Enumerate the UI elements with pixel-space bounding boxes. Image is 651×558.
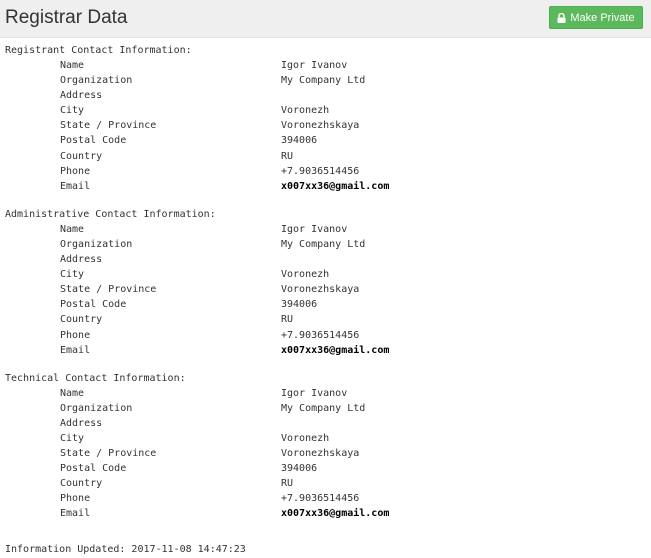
contact-row-name: Name Igor Ivanov	[5, 58, 645, 73]
field-value: +7.9036514456	[281, 493, 360, 505]
administrative-contact-section: Administrative Contact Information: Name…	[5, 207, 645, 358]
technical-contact-section: Technical Contact Information: Name Igor …	[5, 371, 645, 522]
registrar-data-content: Registrant Contact Information: Name Igor…	[5, 43, 645, 522]
field-value: 394006	[281, 463, 318, 475]
contact-row-city: City Voronezh	[5, 103, 645, 118]
email-value: x007xx36@gmail.com	[281, 344, 390, 356]
field-label: City	[60, 432, 85, 444]
field-label: Name	[60, 223, 85, 235]
lock-icon	[557, 12, 566, 23]
field-value: Voronezhskaya	[281, 120, 360, 132]
field-label: State / Province	[60, 120, 157, 132]
field-value: Voronezh	[281, 432, 330, 444]
email-value: x007xx36@gmail.com	[281, 180, 390, 192]
field-value: Igor Ivanov	[281, 387, 348, 399]
field-label: State / Province	[60, 284, 157, 296]
field-value: My Company Ltd	[281, 238, 366, 250]
contact-row-organization: Organization My Company Ltd	[5, 237, 645, 252]
field-value: 394006	[281, 299, 318, 311]
field-label: Address	[60, 417, 103, 429]
field-label: Organization	[60, 238, 133, 250]
contact-row-postal-code: Postal Code 394006	[5, 297, 645, 312]
field-label: Country	[60, 478, 103, 490]
field-value: Igor Ivanov	[281, 223, 348, 235]
field-label: Name	[60, 387, 85, 399]
section-title: Registrant Contact Information:	[5, 45, 192, 56]
field-label: Email	[60, 344, 91, 356]
field-value: My Company Ltd	[281, 75, 366, 87]
contact-row-email: Email x007xx36@gmail.com	[5, 179, 645, 194]
contact-row-address: Address	[5, 416, 645, 431]
contact-row-phone: Phone +7.9036514456	[5, 491, 645, 506]
field-value: RU	[281, 314, 294, 326]
field-label: Postal Code	[60, 299, 127, 311]
information-updated-text: Information Updated: 2017-11-08 14:47:23	[5, 544, 246, 555]
contact-row-postal-code: Postal Code 394006	[5, 133, 645, 148]
contact-row-name: Name Igor Ivanov	[5, 222, 645, 237]
field-label: Organization	[60, 75, 133, 87]
field-value: Voronezhskaya	[281, 284, 360, 296]
field-value: Voronezh	[281, 269, 330, 281]
make-private-label: Make Private	[570, 11, 635, 24]
field-value: Voronezh	[281, 105, 330, 117]
field-label: Postal Code	[60, 463, 127, 475]
field-label: Address	[60, 90, 103, 102]
field-value: RU	[281, 478, 294, 490]
field-label: Phone	[60, 329, 91, 341]
contact-row-state: State / Province Voronezhskaya	[5, 446, 645, 461]
field-label: Postal Code	[60, 135, 127, 147]
field-value: +7.9036514456	[281, 329, 360, 341]
contact-row-organization: Organization My Company Ltd	[5, 73, 645, 88]
section-title: Administrative Contact Information:	[5, 208, 216, 220]
contact-row-state: State / Province Voronezhskaya	[5, 118, 645, 133]
field-value: My Company Ltd	[281, 402, 366, 414]
contact-row-email: Email x007xx36@gmail.com	[5, 343, 645, 358]
contact-row-state: State / Province Voronezhskaya	[5, 282, 645, 297]
field-label: Organization	[60, 402, 133, 414]
field-label: Phone	[60, 493, 91, 505]
contact-row-address: Address	[5, 88, 645, 103]
registrant-contact-section: Registrant Contact Information: Name Igor…	[5, 43, 645, 194]
field-label: City	[60, 105, 85, 117]
contact-row-email: Email x007xx36@gmail.com	[5, 506, 645, 521]
field-value: Voronezhskaya	[281, 448, 360, 460]
contact-row-address: Address	[5, 252, 645, 267]
contact-row-organization: Organization My Company Ltd	[5, 401, 645, 416]
section-title: Technical Contact Information:	[5, 372, 186, 384]
field-label: Country	[60, 314, 103, 326]
field-label: Phone	[60, 165, 91, 177]
make-private-button[interactable]: Make Private	[549, 6, 643, 29]
contact-row-phone: Phone +7.9036514456	[5, 164, 645, 179]
page-header: Registrar Data Make Private	[0, 0, 651, 38]
field-value: +7.9036514456	[281, 165, 360, 177]
field-value: Igor Ivanov	[281, 60, 348, 71]
contact-row-city: City Voronezh	[5, 267, 645, 282]
field-label: Address	[60, 254, 103, 266]
email-value: x007xx36@gmail.com	[281, 508, 390, 520]
contact-row-city: City Voronezh	[5, 431, 645, 446]
contact-row-postal-code: Postal Code 394006	[5, 461, 645, 476]
field-label: Email	[60, 180, 91, 192]
field-label: Email	[60, 508, 91, 520]
contact-row-country: Country RU	[5, 149, 645, 164]
field-label: City	[60, 269, 85, 281]
field-value: RU	[281, 150, 294, 162]
contact-row-country: Country RU	[5, 476, 645, 491]
field-label: Country	[60, 150, 103, 162]
field-label: State / Province	[60, 448, 157, 460]
contact-row-phone: Phone +7.9036514456	[5, 328, 645, 343]
contact-row-country: Country RU	[5, 312, 645, 327]
field-label: Name	[60, 60, 85, 71]
page-title: Registrar Data	[5, 7, 128, 28]
contact-row-name: Name Igor Ivanov	[5, 386, 645, 401]
field-value: 394006	[281, 135, 318, 147]
